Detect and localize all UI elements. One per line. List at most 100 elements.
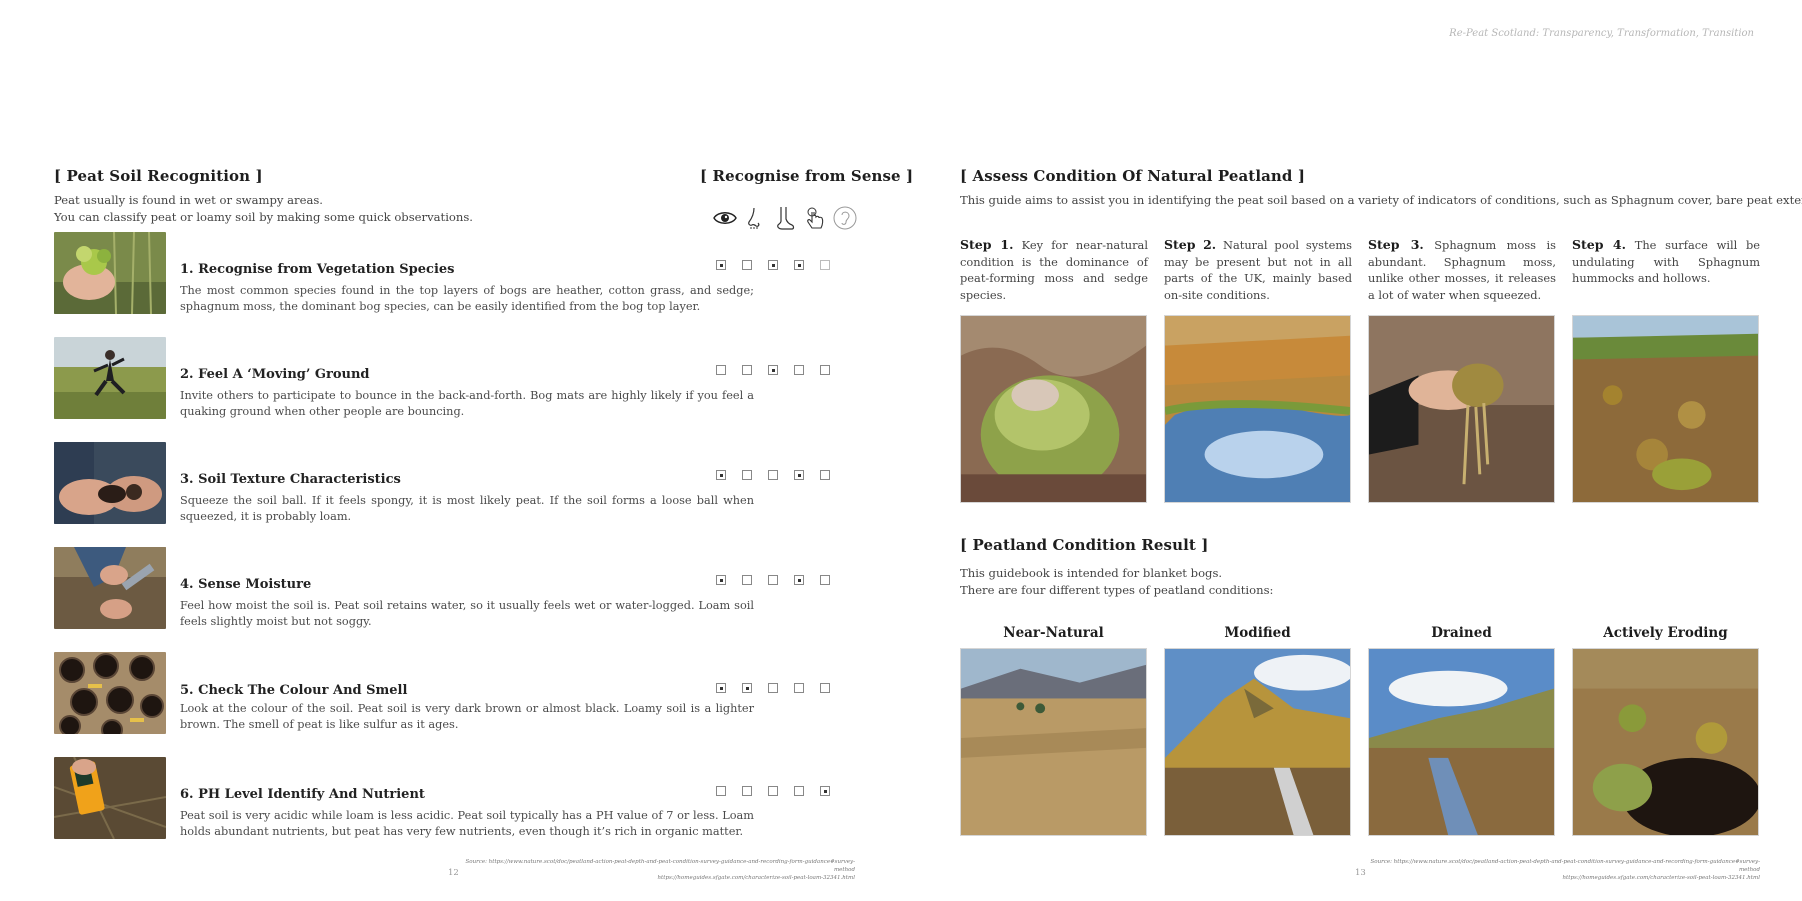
sense-checkbox[interactable]	[716, 365, 726, 375]
result-intro-line1: This guidebook is intended for blanket b…	[960, 566, 1223, 580]
condition-label-actively-eroding: Actively Eroding	[1603, 625, 1728, 641]
recognition-item-4: 4. Sense Moisture Feel how moist the soi…	[54, 547, 754, 629]
sense-checks-3	[716, 470, 830, 480]
sense-checkbox[interactable]	[742, 470, 752, 480]
drained-photo	[1368, 648, 1555, 836]
peatland-condition-result-title: [ Peatland Condition Result ]	[960, 536, 1209, 554]
item-description: Peat soil is very acidic while loam is l…	[180, 809, 754, 838]
result-intro-line2: There are four different types of peatla…	[960, 582, 1274, 597]
recognition-item-1: 1. Recognise from Vegetation Species The…	[54, 232, 754, 314]
item-description: Feel how moist the soil is. Peat soil re…	[180, 599, 754, 628]
sense-checkbox[interactable]	[716, 683, 726, 693]
sense-icons	[713, 206, 857, 230]
source-line: Source: https://www.nature.scot/doc/peat…	[465, 859, 856, 873]
sense-checkbox[interactable]	[820, 260, 830, 270]
sense-checkbox[interactable]	[820, 786, 830, 796]
sense-checkbox[interactable]	[768, 470, 778, 480]
sense-checkbox[interactable]	[794, 786, 804, 796]
step-1: Step 1. Key for near-natural condition i…	[960, 237, 1148, 303]
bouncing-person-photo	[54, 337, 166, 419]
sense-checks-5	[716, 683, 830, 693]
condition-label-near-natural: Near-Natural	[1003, 625, 1104, 641]
foot-icon	[777, 207, 795, 230]
sense-checkbox[interactable]	[742, 260, 752, 270]
sense-checkbox[interactable]	[794, 683, 804, 693]
condition-label-drained: Drained	[1431, 625, 1492, 641]
header-note: Re-Peat Scotland: Transparency, Transfor…	[1449, 28, 1754, 39]
modified-photo	[1164, 648, 1351, 836]
item-title: 6. PH Level Identify And Nutrient	[180, 787, 425, 802]
sense-checkbox[interactable]	[742, 575, 752, 585]
sense-checkbox[interactable]	[768, 575, 778, 585]
source-line: https://homeguides.sfgate.com/characteri…	[1562, 875, 1760, 881]
right-source: Source: https://www.nature.scot/doc/peat…	[1360, 858, 1761, 882]
ear-icon	[833, 206, 857, 230]
item-description: Invite others to participate to bounce i…	[180, 389, 754, 418]
squeezing-moss-photo	[1368, 315, 1555, 503]
sense-checkbox[interactable]	[820, 470, 830, 480]
soil-samples-photo	[54, 652, 166, 734]
sense-checkbox[interactable]	[794, 470, 804, 480]
actively-eroding-photo	[1572, 648, 1759, 836]
recognition-item-6: 6. PH Level Identify And Nutrient Peat s…	[54, 757, 754, 839]
sense-checkbox[interactable]	[742, 786, 752, 796]
sense-checkbox[interactable]	[820, 683, 830, 693]
sense-checkbox[interactable]	[716, 260, 726, 270]
recognition-item-2: 2. Feel A ‘Moving’ Ground Invite others …	[54, 337, 754, 419]
peat-soil-recognition-title: [ Peat Soil Recognition ]	[54, 167, 263, 185]
item-title: 4. Sense Moisture	[180, 577, 312, 592]
sense-checks-6	[716, 786, 830, 796]
recognise-from-sense-title: [ Recognise from Sense ]	[700, 167, 914, 185]
condition-label-modified: Modified	[1224, 625, 1291, 641]
step-4: Step 4. The surface will be undulating w…	[1572, 237, 1760, 287]
sense-checkbox[interactable]	[716, 786, 726, 796]
bog-pool-photo	[1164, 315, 1351, 503]
left-intro-line2: You can classify peat or loamy soil by m…	[54, 209, 473, 224]
step-label: Step 4.	[1572, 237, 1626, 252]
sense-checkbox[interactable]	[768, 365, 778, 375]
sense-checks-1	[716, 260, 830, 270]
sense-checkbox[interactable]	[716, 470, 726, 480]
step-3: Step 3. Sphagnum moss is abundant. Sphag…	[1368, 237, 1556, 303]
ph-meter-photo	[54, 757, 166, 839]
sense-checkbox[interactable]	[742, 683, 752, 693]
item-description: The most common species found in the top…	[180, 284, 754, 313]
recognition-item-5: 5. Check The Colour And Smell Look at th…	[54, 652, 754, 734]
sense-checkbox[interactable]	[820, 575, 830, 585]
sense-checkbox[interactable]	[820, 365, 830, 375]
sense-checkbox[interactable]	[768, 260, 778, 270]
item-title: 1. Recognise from Vegetation Species	[180, 262, 455, 277]
eye-icon	[713, 212, 737, 224]
recognition-item-3: 3. Soil Texture Characteristics Squeeze …	[54, 442, 754, 524]
sense-checkbox[interactable]	[794, 365, 804, 375]
step-label: Step 2.	[1164, 237, 1217, 252]
item-title: 3. Soil Texture Characteristics	[180, 472, 401, 487]
hummocks-photo	[1572, 315, 1759, 503]
left-intro: Peat usually is found in wet or swampy a…	[54, 192, 473, 225]
sense-checks-2	[716, 365, 830, 375]
sense-checkbox[interactable]	[768, 786, 778, 796]
assess-condition-title: [ Assess Condition Of Natural Peatland ]	[960, 167, 1306, 185]
item-description: Look at the colour of the soil. Peat soi…	[180, 702, 754, 731]
sense-checks-4	[716, 575, 830, 585]
result-intro: This guidebook is intended for blanket b…	[960, 565, 1273, 598]
page-number-left: 12	[448, 868, 459, 878]
moss-hummock-photo	[960, 315, 1147, 503]
item-description: Squeeze the soil ball. If it feels spong…	[180, 494, 754, 523]
sense-checkbox[interactable]	[794, 575, 804, 585]
source-line: https://homeguides.sfgate.com/characteri…	[657, 875, 855, 881]
left-source: Source: https://www.nature.scot/doc/peat…	[460, 858, 856, 882]
nose-icon	[748, 207, 760, 229]
near-natural-photo	[960, 648, 1147, 836]
sense-checkbox[interactable]	[768, 683, 778, 693]
sense-checkbox[interactable]	[716, 575, 726, 585]
sense-checkbox[interactable]	[742, 365, 752, 375]
left-intro-line1: Peat usually is found in wet or swampy a…	[54, 193, 323, 207]
hand-touch-icon	[807, 207, 824, 229]
moisture-photo	[54, 547, 166, 629]
soil-texture-photo	[54, 442, 166, 524]
step-label: Step 3.	[1368, 237, 1424, 252]
step-label: Step 1.	[960, 237, 1014, 252]
sense-checkbox[interactable]	[794, 260, 804, 270]
source-line: Source: https://www.nature.scot/doc/peat…	[1370, 859, 1761, 873]
